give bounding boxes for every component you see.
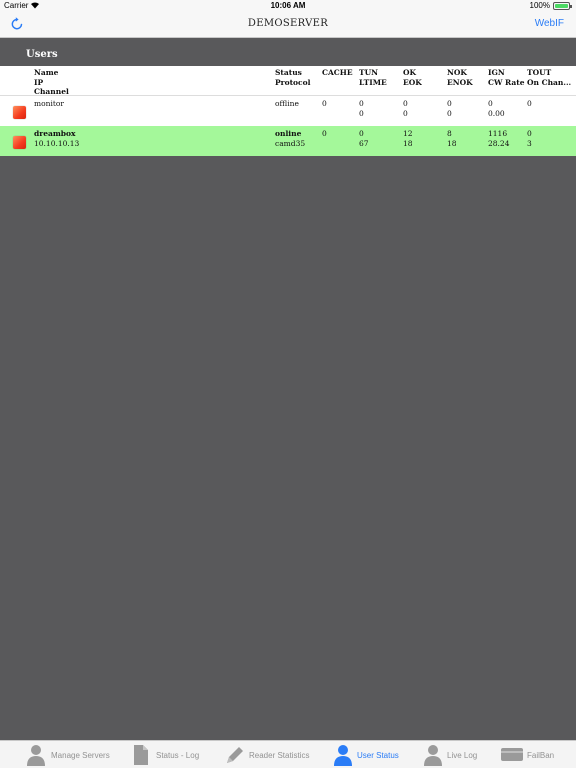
tab-label: Live Log: [447, 751, 478, 760]
header-tout: TOUT On Chan...: [527, 68, 572, 87]
header-tun: TUN LTIME: [359, 68, 387, 87]
table-row[interactable]: dreambox 10.10.10.13 online camd35 0 0 6…: [0, 126, 576, 156]
header-ok: OK EOK: [403, 68, 422, 87]
tab-label: Manage Servers: [51, 751, 110, 760]
status-icon: [13, 106, 26, 119]
ltime-value: 0: [359, 108, 364, 118]
webif-button[interactable]: WebIF: [535, 18, 564, 29]
header-ign: IGN CW Rate: [488, 68, 525, 87]
nok-value: 0: [447, 99, 452, 108]
tab-label: Status - Log: [156, 751, 200, 760]
table-header: Name IP Channel Status Protocol CACHE TU…: [0, 66, 576, 96]
tab-manage-servers[interactable]: Manage Servers: [26, 741, 110, 768]
status-bar: Carrier 10:06 AM 100%: [0, 0, 576, 12]
person-icon: [423, 744, 443, 768]
tab-label: User Status: [357, 751, 399, 760]
on-chan-value: 3: [527, 138, 532, 148]
eok-value: 0: [403, 108, 408, 118]
clock: 10:06 AM: [270, 1, 306, 10]
cache-value: 0: [322, 99, 327, 108]
user-name: dreambox: [34, 129, 76, 138]
enok-value: 18: [447, 138, 457, 148]
navigation-bar: DEMOSERVER WebIF: [0, 12, 576, 38]
page-title: DEMOSERVER: [247, 18, 329, 29]
ign-value: 0: [488, 99, 493, 108]
ign-value: 1116: [488, 129, 508, 138]
tab-reader-statistics[interactable]: Reader Statistics: [224, 741, 310, 768]
ok-value: 0: [403, 99, 408, 108]
card-icon: [501, 748, 523, 763]
enok-value: 0: [447, 108, 452, 118]
section-title: Users: [26, 49, 58, 60]
tab-user-status[interactable]: User Status: [333, 741, 399, 768]
tab-failban[interactable]: FailBan: [501, 741, 557, 768]
nok-value: 8: [447, 129, 452, 138]
header-status: Status Protocol: [275, 68, 311, 87]
cache-value: 0: [322, 129, 327, 138]
person-icon: [26, 744, 46, 768]
tab-status-log[interactable]: Status - Log: [133, 741, 203, 768]
tun-value: 0: [359, 129, 364, 138]
header-cache: CACHE: [322, 68, 353, 77]
tab-live-log[interactable]: Live Log: [423, 741, 479, 768]
pencil-icon: [224, 744, 246, 768]
user-ip: 10.10.10.13: [34, 138, 80, 148]
cw-rate-value: 28.24: [488, 138, 510, 148]
status-icon: [13, 136, 26, 149]
tout-value: 0: [527, 129, 532, 138]
battery-percent: 100%: [529, 1, 550, 10]
tout-value: 0: [527, 99, 532, 108]
header-name: Name IP Channel: [34, 68, 69, 96]
battery-icon: [553, 2, 572, 10]
user-protocol: camd35: [275, 138, 306, 148]
document-icon: [133, 744, 149, 768]
eok-value: 18: [403, 138, 413, 148]
user-status: offline: [275, 99, 299, 108]
user-status: online: [275, 129, 302, 138]
user-icon: [333, 744, 353, 768]
tab-bar: Manage Servers Status - Log Reader Stati…: [0, 740, 576, 768]
tab-label: Reader Statistics: [249, 751, 310, 760]
ok-value: 12: [403, 129, 413, 138]
table-row[interactable]: monitor offline 0 0 0 0 0 0 0 0 0.00 0: [0, 96, 576, 126]
cw-rate-value: 0.00: [488, 108, 505, 118]
user-name: monitor: [34, 99, 64, 108]
tun-value: 0: [359, 99, 364, 108]
users-table: Name IP Channel Status Protocol CACHE TU…: [0, 66, 576, 156]
header-nok: NOK ENOK: [447, 68, 473, 87]
tab-label: FailBan: [527, 751, 555, 760]
ltime-value: 67: [359, 138, 369, 148]
